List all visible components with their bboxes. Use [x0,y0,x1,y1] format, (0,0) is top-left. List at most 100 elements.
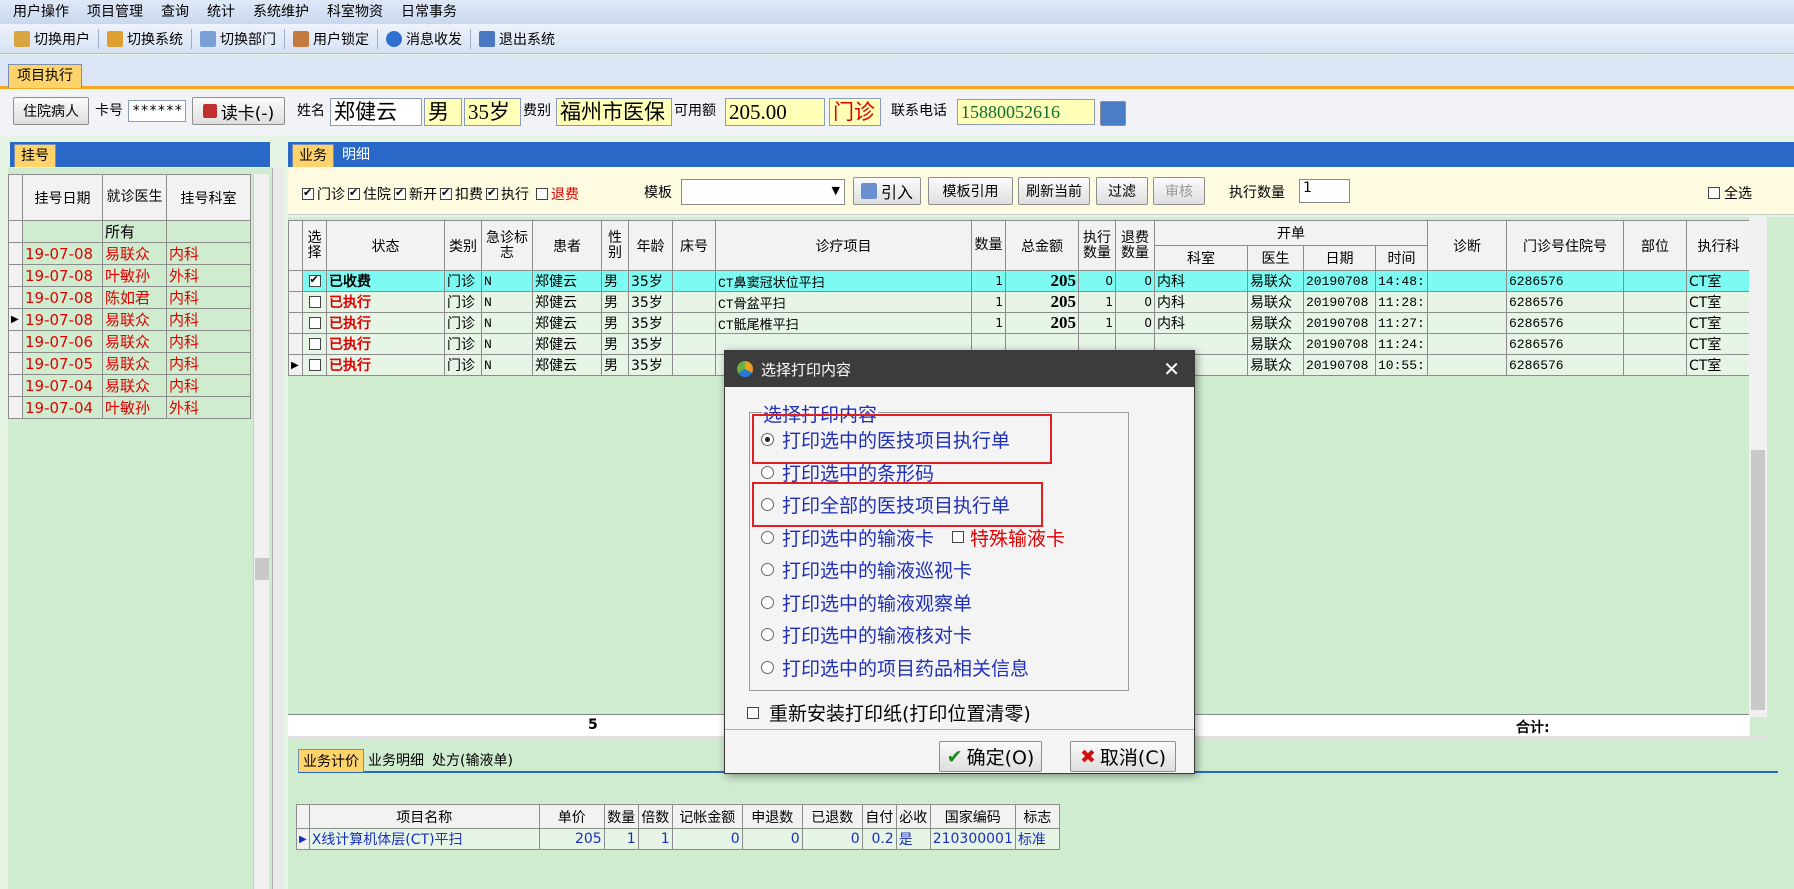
template-select[interactable]: ▼ [681,179,845,205]
col-refunded[interactable]: 已退数 [801,804,863,829]
col-order-time[interactable]: 时间 [1375,245,1428,271]
menu-query[interactable]: 查询 [152,0,198,24]
table-row[interactable]: 19-07-06 易联众 内科 [8,330,251,353]
menu-statistics[interactable]: 统计 [198,0,244,24]
refund-checkbox[interactable] [536,188,548,200]
col-refund-requested[interactable]: 申退数 [741,804,803,829]
switch-user-button[interactable]: 切换用户 [6,28,99,49]
tab-registration[interactable]: 挂号 [14,144,56,167]
new-checkbox[interactable] [394,186,406,200]
grid-vscrollbar[interactable] [1749,217,1767,717]
col-reg-dept[interactable]: 挂号科室 [166,174,251,221]
menu-user-ops[interactable]: 用户操作 [4,0,78,24]
row-select-cell[interactable] [302,291,327,313]
col-exec-qty[interactable]: 执行数量 [1078,220,1116,271]
col-patient[interactable]: 患者 [532,220,602,271]
tab-business-detail[interactable]: 业务明细 [364,749,428,772]
table-row[interactable]: ▶ 19-07-08 易联众 内科 [8,308,251,331]
col-sex[interactable]: 性别 [601,220,629,271]
radio-icon[interactable] [761,660,774,674]
filter-button[interactable]: 过滤 [1096,177,1148,205]
read-card-button[interactable]: 读卡(-) [192,97,285,125]
table-row[interactable]: 已执行 门诊 N 郑健云男 35岁 CT骨盆平扫 1 205 1 0 内科 易联众 20190708 11… [288,291,1751,313]
menu-dept-supplies[interactable]: 科室物资 [318,0,392,24]
option-infusion-patrol-card[interactable]: 打印选中的输液巡视卡 [761,556,972,582]
save-icon[interactable] [1100,101,1126,126]
col-reg-date[interactable]: 挂号日期 [22,174,103,221]
col-bed[interactable]: 床号 [672,220,716,271]
lock-user-button[interactable]: 用户锁定 [285,28,378,49]
col-national-code[interactable]: 国家编码 [929,804,1016,829]
table-row[interactable]: 19-07-05 易联众 内科 [8,352,251,375]
executed-checkbox[interactable] [486,186,498,200]
special-infusion-checkbox[interactable] [952,531,965,543]
menu-daily-affairs[interactable]: 日常事务 [392,0,466,24]
row-select-cell[interactable] [302,333,327,355]
col-refund-qty[interactable]: 退费数量 [1115,220,1155,271]
table-row[interactable]: ▶ X线计算机体层(CT)平扫 205 1 1 0 0 0 0.2 是 210300001 标准 [296,828,1060,850]
col-exec-dept[interactable]: 执行科 [1686,220,1751,271]
col-urgent[interactable]: 急诊标志 [481,220,533,271]
table-row[interactable]: 已收费门诊N郑健云男35岁CT鼻窦冠状位平扫120500内科易联众2019070… [288,270,1751,292]
col-body-part[interactable]: 部位 [1623,220,1687,271]
row-checkbox[interactable] [308,359,321,371]
row-checkbox[interactable] [308,296,321,308]
registration-scrollbar[interactable] [253,174,269,889]
radio-icon[interactable] [761,530,774,544]
col-age[interactable]: 年龄 [628,220,673,271]
charged-checkbox[interactable] [440,186,452,200]
col-select[interactable]: 选择 [302,220,327,271]
table-row[interactable]: 19-07-04 叶敏孙 外科 [8,396,251,419]
tab-billing[interactable]: 业务计价 [298,749,364,772]
col-mandatory[interactable]: 必收 [895,804,931,829]
col-status[interactable]: 状态 [326,220,445,271]
outpatient-checkbox[interactable] [302,186,314,200]
col-diagnosis[interactable]: 诊断 [1427,220,1507,271]
reinstall-checkbox[interactable] [747,706,759,719]
tab-business[interactable]: 业务 [292,144,334,167]
radio-icon[interactable] [761,595,774,609]
row-select-cell[interactable] [302,270,327,292]
splitter[interactable] [272,168,284,889]
menu-project-mgmt[interactable]: 项目管理 [78,0,152,24]
row-select-cell[interactable] [302,354,327,376]
reinstall-paper-option[interactable]: 重新安装打印纸(打印位置清零) [747,699,1031,726]
col-qty[interactable]: 数量 [603,804,639,829]
col-self-pay[interactable]: 自付 [861,804,897,829]
ok-button[interactable]: ✔ 确定(O) [939,741,1042,772]
col-order-doctor[interactable]: 医生 [1247,245,1304,271]
col-visit-no[interactable]: 门诊号住院号 [1506,220,1624,271]
cancel-button[interactable]: ✖ 取消(C) [1070,741,1176,772]
radio-icon[interactable] [761,465,774,479]
col-flag[interactable]: 标志 [1014,804,1060,829]
menu-system-maint[interactable]: 系统维护 [244,0,318,24]
import-button[interactable]: 引入 [853,177,921,205]
table-row[interactable]: 19-07-08 叶敏孙 外科 [8,264,251,287]
table-row[interactable]: 所有 [8,220,251,243]
template-reference-button[interactable]: 模板引用 [928,177,1013,205]
col-doctor[interactable]: 就诊医生 [102,174,167,221]
col-order-dept[interactable]: 科室 [1154,245,1248,271]
inpatient-checkbox[interactable] [348,186,360,200]
audit-button[interactable]: 审核 [1153,177,1205,205]
table-row[interactable]: 19-07-08 易联众 内科 [8,242,251,265]
radio-icon[interactable] [761,627,774,641]
option-drug-info[interactable]: 打印选中的项目药品相关信息 [761,654,1029,680]
select-all-checkbox[interactable] [1708,187,1720,199]
close-icon[interactable]: ✕ [1163,357,1180,381]
card-number-field[interactable]: ****** [128,100,186,122]
messages-button[interactable]: 消息收发 [378,28,471,49]
col-category[interactable]: 类别 [444,220,482,271]
col-billed-amount[interactable]: 记帐金额 [671,804,743,829]
col-item[interactable]: 诊疗项目 [715,220,972,271]
option-infusion-card[interactable]: 打印选中的输液卡 特殊输液卡 [761,524,1065,550]
row-checkbox[interactable] [308,317,321,329]
table-row[interactable]: 19-07-04 易联众 内科 [8,374,251,397]
table-row[interactable]: 已执行 门诊 N 郑健云男 35岁 CT骶尾椎平扫 1 205 1 0 内科 易联众 20190708 1… [288,312,1751,334]
patient-type-button[interactable]: 住院病人 [13,97,89,125]
refresh-current-button[interactable]: 刷新当前 [1018,177,1090,205]
col-order-date[interactable]: 日期 [1303,245,1376,271]
radio-icon[interactable] [761,562,774,576]
row-select-cell[interactable] [302,312,327,334]
col-amount[interactable]: 总金额 [1005,220,1079,271]
